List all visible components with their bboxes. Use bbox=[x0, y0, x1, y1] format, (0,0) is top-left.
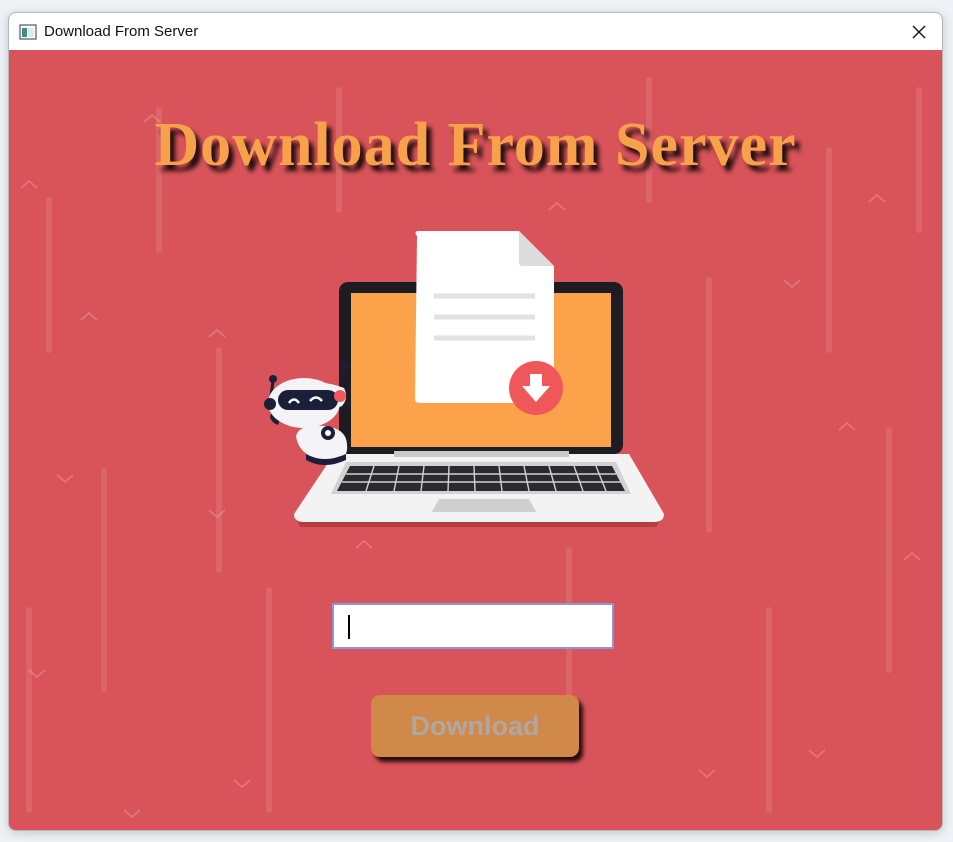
page-heading: Download From Server bbox=[154, 111, 797, 179]
main-content: Download From Server Download bbox=[9, 50, 942, 830]
close-icon bbox=[912, 25, 926, 38]
download-arrow-icon bbox=[509, 361, 563, 415]
app-window-icon bbox=[19, 23, 37, 40]
close-button[interactable] bbox=[896, 13, 942, 50]
robot-mascot-icon bbox=[264, 362, 349, 465]
title-bar: Download From Server bbox=[9, 13, 942, 50]
window-title: Download From Server bbox=[44, 23, 199, 40]
server-input[interactable] bbox=[332, 603, 614, 649]
app-window: Download From Server Download From Serve… bbox=[8, 12, 943, 831]
text-caret bbox=[348, 615, 350, 639]
download-illustration bbox=[264, 231, 664, 527]
download-button[interactable]: Download bbox=[371, 695, 579, 757]
